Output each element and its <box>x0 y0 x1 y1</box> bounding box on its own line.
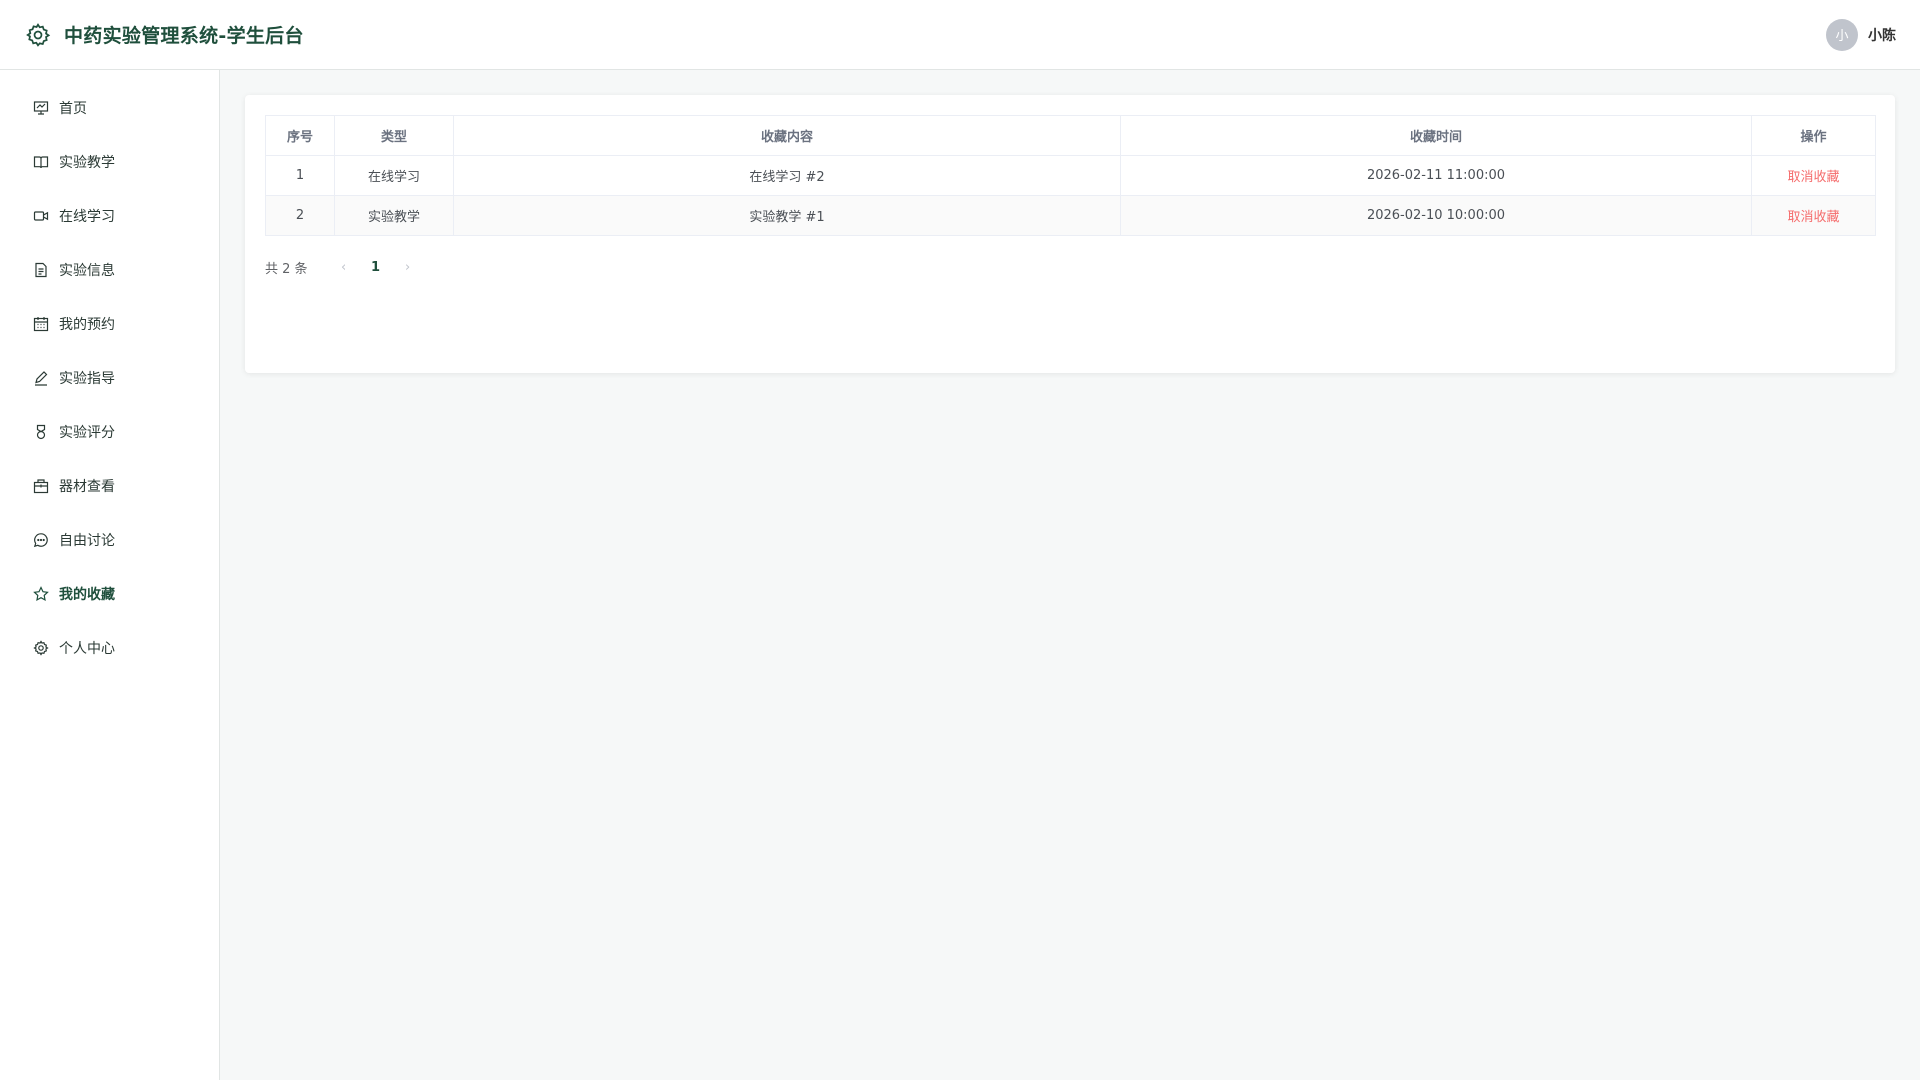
sidebar-item-equipment[interactable]: 器材查看 <box>0 459 219 513</box>
cell-action: 取消收藏 <box>1751 195 1876 236</box>
sidebar-item-label: 实验指导 <box>59 371 115 387</box>
column-header-action: 操作 <box>1751 115 1876 156</box>
pagination-prev-button[interactable]: ‹ <box>328 260 360 275</box>
sidebar-item-my-favorites[interactable]: 我的收藏 <box>0 567 219 621</box>
cancel-favorite-button[interactable]: 取消收藏 <box>1787 170 1839 185</box>
sidebar-item-label: 器材查看 <box>59 479 115 495</box>
book-icon <box>33 154 49 170</box>
cell-type: 实验教学 <box>334 195 454 236</box>
pagination-total: 共 2 条 <box>265 262 308 277</box>
sidebar-item-experiment-info[interactable]: 实验信息 <box>0 243 219 297</box>
table-row: 1 在线学习 在线学习 #2 2026-02-11 11:00:00 取消收藏 <box>265 155 1876 196</box>
sidebar-item-discussion[interactable]: 自由讨论 <box>0 513 219 567</box>
cell-time: 2026-02-11 11:00:00 <box>1120 155 1752 196</box>
sidebar-item-experiment-teaching[interactable]: 实验教学 <box>0 135 219 189</box>
sidebar-item-home[interactable]: 首页 <box>0 81 219 135</box>
sidebar-item-label: 实验评分 <box>59 425 115 441</box>
sidebar-item-label: 自由讨论 <box>59 533 115 549</box>
table-header-row: 序号 类型 收藏内容 收藏时间 操作 <box>265 115 1876 156</box>
cell-type: 在线学习 <box>334 155 454 196</box>
sidebar-item-label: 我的收藏 <box>59 587 115 603</box>
column-header-type: 类型 <box>334 115 454 156</box>
column-header-content: 收藏内容 <box>453 115 1121 156</box>
cell-action: 取消收藏 <box>1751 155 1876 196</box>
app-title: 中药实验管理系统-学生后台 <box>64 25 304 47</box>
favorites-card: 序号 类型 收藏内容 收藏时间 操作 1 在线学习 在线学习 #2 2026-0… <box>245 95 1895 373</box>
cancel-favorite-button[interactable]: 取消收藏 <box>1787 210 1839 225</box>
box-icon <box>33 478 49 494</box>
sidebar-item-experiment-scoring[interactable]: 实验评分 <box>0 405 219 459</box>
column-header-index: 序号 <box>265 115 335 156</box>
favorites-table: 序号 类型 收藏内容 收藏时间 操作 1 在线学习 在线学习 #2 2026-0… <box>265 115 1876 236</box>
medal-icon <box>33 424 49 440</box>
cell-content: 实验教学 #1 <box>453 195 1121 236</box>
pagination: 共 2 条 ‹ 1 › <box>265 258 1875 277</box>
chat-icon <box>33 532 49 548</box>
brand: 中药实验管理系统-学生后台 <box>24 21 304 49</box>
column-header-time: 收藏时间 <box>1120 115 1752 156</box>
sidebar: 首页 实验教学 在线学习 实验信息 我的预约 实验指导 实验评分 器材查看 自由… <box>0 70 220 1080</box>
star-icon <box>33 586 49 602</box>
calendar-icon <box>33 316 49 332</box>
sidebar-item-profile[interactable]: 个人中心 <box>0 621 219 675</box>
cell-index: 1 <box>265 155 335 196</box>
sidebar-item-experiment-guidance[interactable]: 实验指导 <box>0 351 219 405</box>
pagination-next-button[interactable]: › <box>392 260 424 275</box>
sidebar-item-online-learning[interactable]: 在线学习 <box>0 189 219 243</box>
top-header: 中药实验管理系统-学生后台 小 小陈 <box>0 0 1920 70</box>
sidebar-item-label: 我的预约 <box>59 317 115 333</box>
user-name[interactable]: 小陈 <box>1868 25 1896 45</box>
avatar[interactable]: 小 <box>1826 18 1858 51</box>
sidebar-item-label: 在线学习 <box>59 209 115 225</box>
pagination-page-1[interactable]: 1 <box>360 260 392 275</box>
document-icon <box>33 262 49 278</box>
sidebar-item-label: 实验教学 <box>59 155 115 171</box>
sidebar-item-my-appointments[interactable]: 我的预约 <box>0 297 219 351</box>
gear-icon <box>24 21 52 49</box>
cell-content: 在线学习 #2 <box>453 155 1121 196</box>
cell-time: 2026-02-10 10:00:00 <box>1120 195 1752 236</box>
user-menu[interactable]: 小 小陈 <box>1826 18 1896 51</box>
sidebar-item-label: 首页 <box>59 101 87 117</box>
main-content: 序号 类型 收藏内容 收藏时间 操作 1 在线学习 在线学习 #2 2026-0… <box>220 70 1920 1080</box>
home-icon <box>33 100 49 116</box>
video-icon <box>33 208 49 224</box>
table-row: 2 实验教学 实验教学 #1 2026-02-10 10:00:00 取消收藏 <box>265 195 1876 236</box>
gear-icon <box>33 640 49 656</box>
edit-icon <box>33 370 49 386</box>
sidebar-item-label: 实验信息 <box>59 263 115 279</box>
sidebar-item-label: 个人中心 <box>59 641 115 657</box>
cell-index: 2 <box>265 195 335 236</box>
